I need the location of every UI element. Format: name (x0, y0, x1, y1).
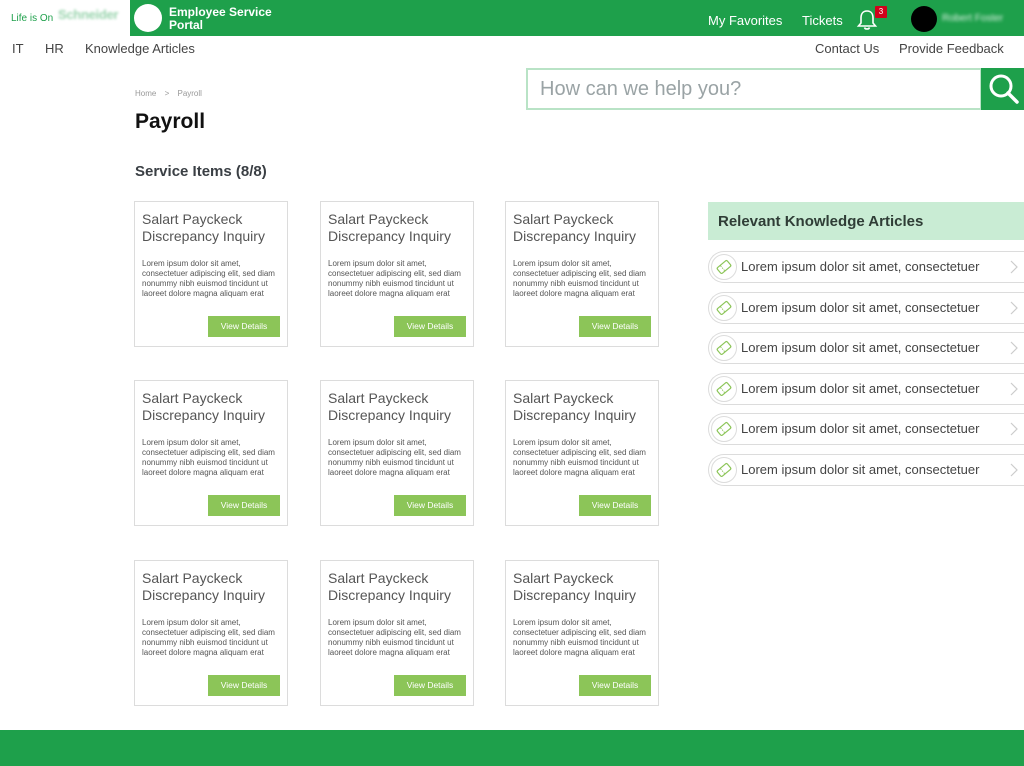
knowledge-article-item[interactable]: Lorem ipsum dolor sit amet, consectetuer (708, 292, 1024, 324)
service-card: Salart Payckeck Discrepancy Inquiry Lore… (505, 201, 659, 347)
card-title: Salart Payckeck Discrepancy Inquiry (328, 570, 451, 603)
service-card: Salart Payckeck Discrepancy Inquiry Lore… (505, 380, 659, 526)
card-description: Lorem ipsum dolor sit amet, consectetuer… (513, 259, 646, 298)
card-title: Salart Payckeck Discrepancy Inquiry (513, 211, 636, 244)
card-description: Lorem ipsum dolor sit amet, consectetuer… (142, 438, 275, 477)
card-title: Salart Payckeck Discrepancy Inquiry (142, 390, 265, 423)
chevron-right-icon (1010, 260, 1018, 274)
search-icon (989, 74, 1019, 104)
card-title: Salart Payckeck Discrepancy Inquiry (513, 570, 636, 603)
card-description: Lorem ipsum dolor sit amet, consectetuer… (328, 259, 461, 298)
ticket-icon (711, 335, 737, 361)
service-card: Salart Payckeck Discrepancy Inquiry Lore… (134, 560, 288, 706)
breadcrumb-separator: > (164, 89, 170, 98)
breadcrumb-current: Payroll (177, 89, 202, 98)
page-title: Payroll (135, 110, 206, 133)
service-card: Salart Payckeck Discrepancy Inquiry Lore… (320, 380, 474, 526)
view-details-button[interactable]: View Details (579, 316, 651, 337)
contact-us-link[interactable]: Contact Us (815, 41, 879, 56)
view-details-button[interactable]: View Details (579, 495, 651, 516)
portal-icon (134, 4, 162, 32)
ticket-icon (711, 416, 737, 442)
knowledge-article-title: Lorem ipsum dolor sit amet, consectetuer (741, 462, 980, 477)
card-description: Lorem ipsum dolor sit amet, consectetuer… (142, 259, 275, 298)
chevron-right-icon (1010, 301, 1018, 315)
card-title: Salart Payckeck Discrepancy Inquiry (328, 211, 451, 244)
view-details-button[interactable]: View Details (208, 316, 280, 337)
view-details-button[interactable]: View Details (579, 675, 651, 696)
logo-brand: Schneider (58, 7, 119, 22)
card-description: Lorem ipsum dolor sit amet, consectetuer… (513, 438, 646, 477)
card-description: Lorem ipsum dolor sit amet, consectetuer… (328, 618, 461, 657)
portal-title[interactable]: Employee Service Portal (169, 6, 289, 32)
knowledge-article-title: Lorem ipsum dolor sit amet, consectetuer (741, 300, 980, 315)
ticket-icon (711, 376, 737, 402)
chevron-right-icon (1010, 341, 1018, 355)
knowledge-panel-title: Relevant Knowledge Articles (718, 213, 924, 230)
view-details-button[interactable]: View Details (394, 495, 466, 516)
nav-knowledge-articles[interactable]: Knowledge Articles (85, 41, 195, 56)
service-card: Salart Payckeck Discrepancy Inquiry Lore… (320, 201, 474, 347)
breadcrumb: Home > Payroll (135, 89, 208, 98)
chevron-right-icon (1010, 382, 1018, 396)
view-details-button[interactable]: View Details (208, 495, 280, 516)
card-description: Lorem ipsum dolor sit amet, consectetuer… (513, 618, 646, 657)
card-description: Lorem ipsum dolor sit amet, consectetuer… (328, 438, 461, 477)
service-card: Salart Payckeck Discrepancy Inquiry Lore… (134, 201, 288, 347)
top-bar: Life is On Schneider Employee Service Po… (0, 0, 1024, 36)
card-description: Lorem ipsum dolor sit amet, consectetuer… (142, 618, 275, 657)
logo[interactable]: Life is On Schneider (0, 0, 130, 36)
section-title: Service Items (8/8) (135, 163, 267, 180)
chevron-right-icon (1010, 463, 1018, 477)
knowledge-article-item[interactable]: Lorem ipsum dolor sit amet, consectetuer (708, 454, 1024, 486)
tickets-link[interactable]: Tickets (802, 13, 843, 28)
knowledge-article-item[interactable]: Lorem ipsum dolor sit amet, consectetuer (708, 373, 1024, 405)
chevron-right-icon (1010, 422, 1018, 436)
card-title: Salart Payckeck Discrepancy Inquiry (328, 390, 451, 423)
knowledge-article-item[interactable]: Lorem ipsum dolor sit amet, consectetuer (708, 413, 1024, 445)
knowledge-article-item[interactable]: Lorem ipsum dolor sit amet, consectetuer (708, 332, 1024, 364)
service-card: Salart Payckeck Discrepancy Inquiry Lore… (505, 560, 659, 706)
card-title: Salart Payckeck Discrepancy Inquiry (142, 570, 265, 603)
nav-it[interactable]: IT (12, 41, 24, 56)
provide-feedback-link[interactable]: Provide Feedback (899, 41, 1004, 56)
view-details-button[interactable]: View Details (208, 675, 280, 696)
card-title: Salart Payckeck Discrepancy Inquiry (513, 390, 636, 423)
notification-badge: 3 (875, 6, 887, 18)
breadcrumb-home[interactable]: Home (135, 89, 156, 98)
search-input[interactable] (528, 70, 970, 108)
knowledge-article-item[interactable]: Lorem ipsum dolor sit amet, consectetuer (708, 251, 1024, 283)
knowledge-article-title: Lorem ipsum dolor sit amet, consectetuer (741, 259, 980, 274)
search-box (526, 68, 982, 110)
ticket-icon (711, 254, 737, 280)
knowledge-article-title: Lorem ipsum dolor sit amet, consectetuer (741, 421, 980, 436)
ticket-icon (711, 457, 737, 483)
user-menu[interactable]: Robert Foster (942, 13, 1003, 24)
avatar[interactable] (911, 6, 937, 32)
service-card: Salart Payckeck Discrepancy Inquiry Lore… (134, 380, 288, 526)
footer-bar (0, 730, 1024, 766)
view-details-button[interactable]: View Details (394, 316, 466, 337)
view-details-button[interactable]: View Details (394, 675, 466, 696)
my-favorites-link[interactable]: My Favorites (708, 13, 782, 28)
service-card: Salart Payckeck Discrepancy Inquiry Lore… (320, 560, 474, 706)
knowledge-article-title: Lorem ipsum dolor sit amet, consectetuer (741, 340, 980, 355)
knowledge-article-title: Lorem ipsum dolor sit amet, consectetuer (741, 381, 980, 396)
nav-hr[interactable]: HR (45, 41, 64, 56)
knowledge-panel-header: Relevant Knowledge Articles (708, 202, 1024, 240)
search-button[interactable] (981, 68, 1024, 110)
logo-tagline: Life is On (11, 13, 54, 24)
ticket-icon (711, 295, 737, 321)
card-title: Salart Payckeck Discrepancy Inquiry (142, 211, 265, 244)
